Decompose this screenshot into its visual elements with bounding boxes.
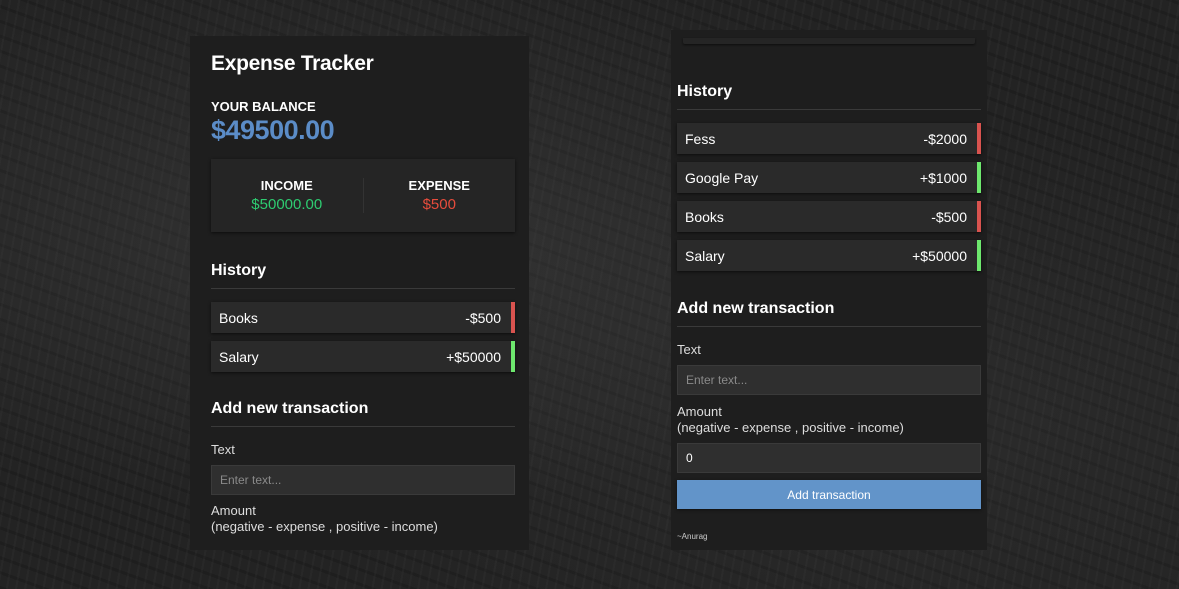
history-item[interactable]: Google Pay +$1000 [677,162,981,193]
history-item-text: Salary [219,348,259,365]
text-input[interactable] [211,465,515,495]
income-label: Income [260,178,313,193]
history-list: Books -$500 Salary +$50000 [211,302,515,372]
income-summary: Income $50000.00 [211,178,363,213]
history-item-amount: -$500 [931,208,967,225]
history-item-amount: +$50000 [446,348,501,365]
text-label: Text [211,442,235,457]
history-list: Fess -$2000 Google Pay +$1000 Books -$50… [677,123,981,271]
expense-label: Expense [408,178,470,193]
history-item-text: Books [219,309,258,326]
history-item-text: Books [685,208,724,225]
history-title: History [211,262,515,289]
history-item-text: Google Pay [685,169,759,186]
history-item[interactable]: Books -$500 [677,201,981,232]
text-input[interactable] [677,365,981,395]
history-item[interactable]: Fess -$2000 [677,123,981,154]
history-item[interactable]: Books -$500 [211,302,515,333]
text-label: Text [677,342,701,357]
add-transaction-title: Add new transaction [211,400,515,427]
right-app-panel: History Fess -$2000 Google Pay +$1000 Bo… [671,30,987,550]
app-title: Expense Tracker [211,52,374,75]
history-item-amount: -$2000 [923,130,967,147]
add-transaction-button[interactable]: Add transaction [677,480,981,509]
add-transaction-title: Add new transaction [677,300,981,327]
left-app-panel: Expense Tracker Your Balance $49500.00 I… [190,36,529,550]
income-expense-summary: Income $50000.00 Expense $500 [211,159,515,232]
amount-hint: (negative - expense , positive - income) [677,420,904,435]
history-item-amount: +$50000 [912,247,967,264]
expense-value: $500 [422,196,456,213]
history-item-text: Salary [685,247,725,264]
history-item[interactable]: Salary +$50000 [211,341,515,372]
amount-label: Amount [677,404,722,419]
expense-summary: Expense $500 [362,178,516,213]
history-title: History [677,83,981,110]
author-credit: ~Anurag [677,532,708,541]
amount-label: Amount [211,503,256,518]
balance-value: $49500.00 [211,115,335,145]
income-value: $50000.00 [251,196,323,213]
balance-label: Your Balance [211,99,316,114]
history-item-text: Fess [685,130,716,147]
summary-card-edge [683,38,975,52]
history-item-amount: +$1000 [919,169,967,186]
history-item[interactable]: Salary +$50000 [677,240,981,271]
amount-hint: (negative - expense , positive - income) [211,519,438,534]
history-item-amount: -$500 [465,309,501,326]
amount-input[interactable] [677,443,981,473]
